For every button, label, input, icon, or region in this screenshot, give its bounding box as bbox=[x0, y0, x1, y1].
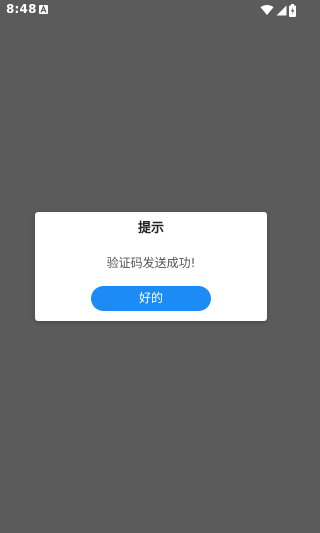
dialog-message: 验证码发送成功! bbox=[106, 256, 196, 270]
ok-button[interactable]: 好的 bbox=[91, 286, 211, 311]
alert-dialog: 提示 验证码发送成功! 好的 bbox=[35, 212, 267, 321]
status-icons bbox=[258, 3, 296, 17]
notification-a-icon bbox=[39, 5, 48, 14]
status-bar: 8:48 bbox=[0, 0, 300, 20]
dialog-title: 提示 bbox=[137, 221, 164, 236]
cellular-signal-icon bbox=[276, 5, 287, 15]
status-time: 8:48 bbox=[6, 2, 37, 16]
wifi-icon bbox=[260, 4, 274, 15]
battery-charging-icon bbox=[289, 3, 296, 17]
